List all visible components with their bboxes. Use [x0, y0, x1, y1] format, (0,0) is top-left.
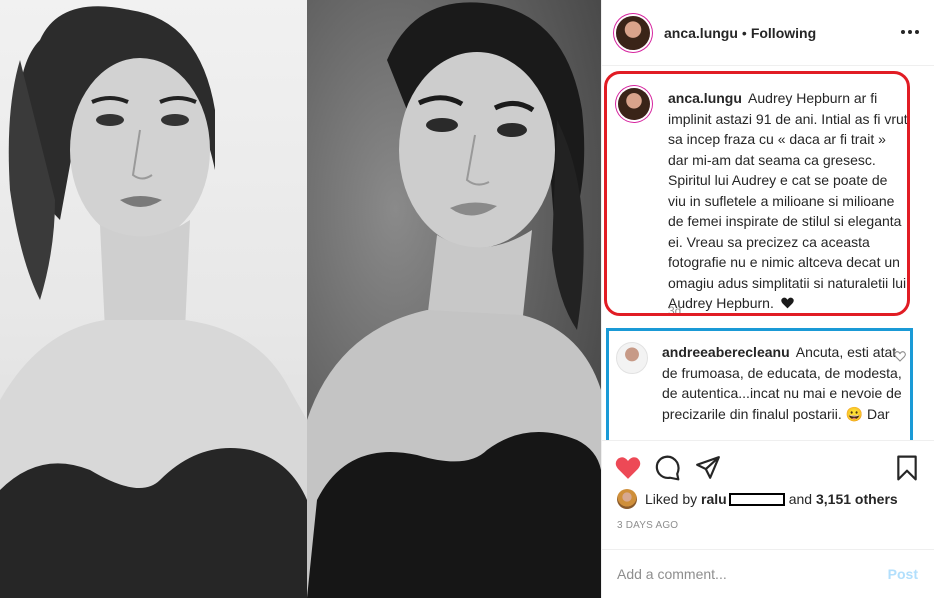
add-comment-input[interactable]: [617, 566, 888, 582]
following-button[interactable]: Following: [751, 25, 816, 41]
photo-right-portrait: [307, 0, 601, 598]
add-comment-bar: Post: [601, 549, 934, 598]
post-button[interactable]: Post: [888, 566, 918, 582]
comment-icon[interactable]: [655, 455, 681, 481]
photo-left-portrait: [0, 0, 307, 598]
post-date[interactable]: 3 DAYS AGO: [617, 520, 678, 531]
post-header: anca.lungu • Following: [602, 0, 934, 66]
likes-conjunction: and: [788, 491, 813, 507]
annotation-blue-box: [606, 328, 913, 440]
share-icon[interactable]: [695, 455, 721, 481]
bookmark-icon[interactable]: [894, 455, 920, 481]
author-avatar[interactable]: [616, 15, 650, 50]
annotation-red-box: [604, 71, 910, 316]
likes-others-link[interactable]: 3,151 others: [816, 491, 898, 507]
more-options-icon[interactable]: [901, 30, 919, 34]
heart-icon[interactable]: [615, 455, 641, 481]
liker-username[interactable]: ralu: [701, 491, 727, 507]
post-photo[interactable]: [0, 0, 601, 598]
author-username[interactable]: anca.lungu: [664, 25, 738, 41]
redaction-bar: [728, 492, 785, 506]
likes-summary: Liked by ralu and 3,151 others: [617, 489, 898, 509]
liker-avatar[interactable]: [617, 489, 637, 509]
post-actions: Liked by ralu and 3,151 others 3 DAYS AG…: [601, 440, 934, 550]
likes-prefix: Liked by: [645, 491, 698, 507]
header-separator: •: [741, 24, 747, 41]
